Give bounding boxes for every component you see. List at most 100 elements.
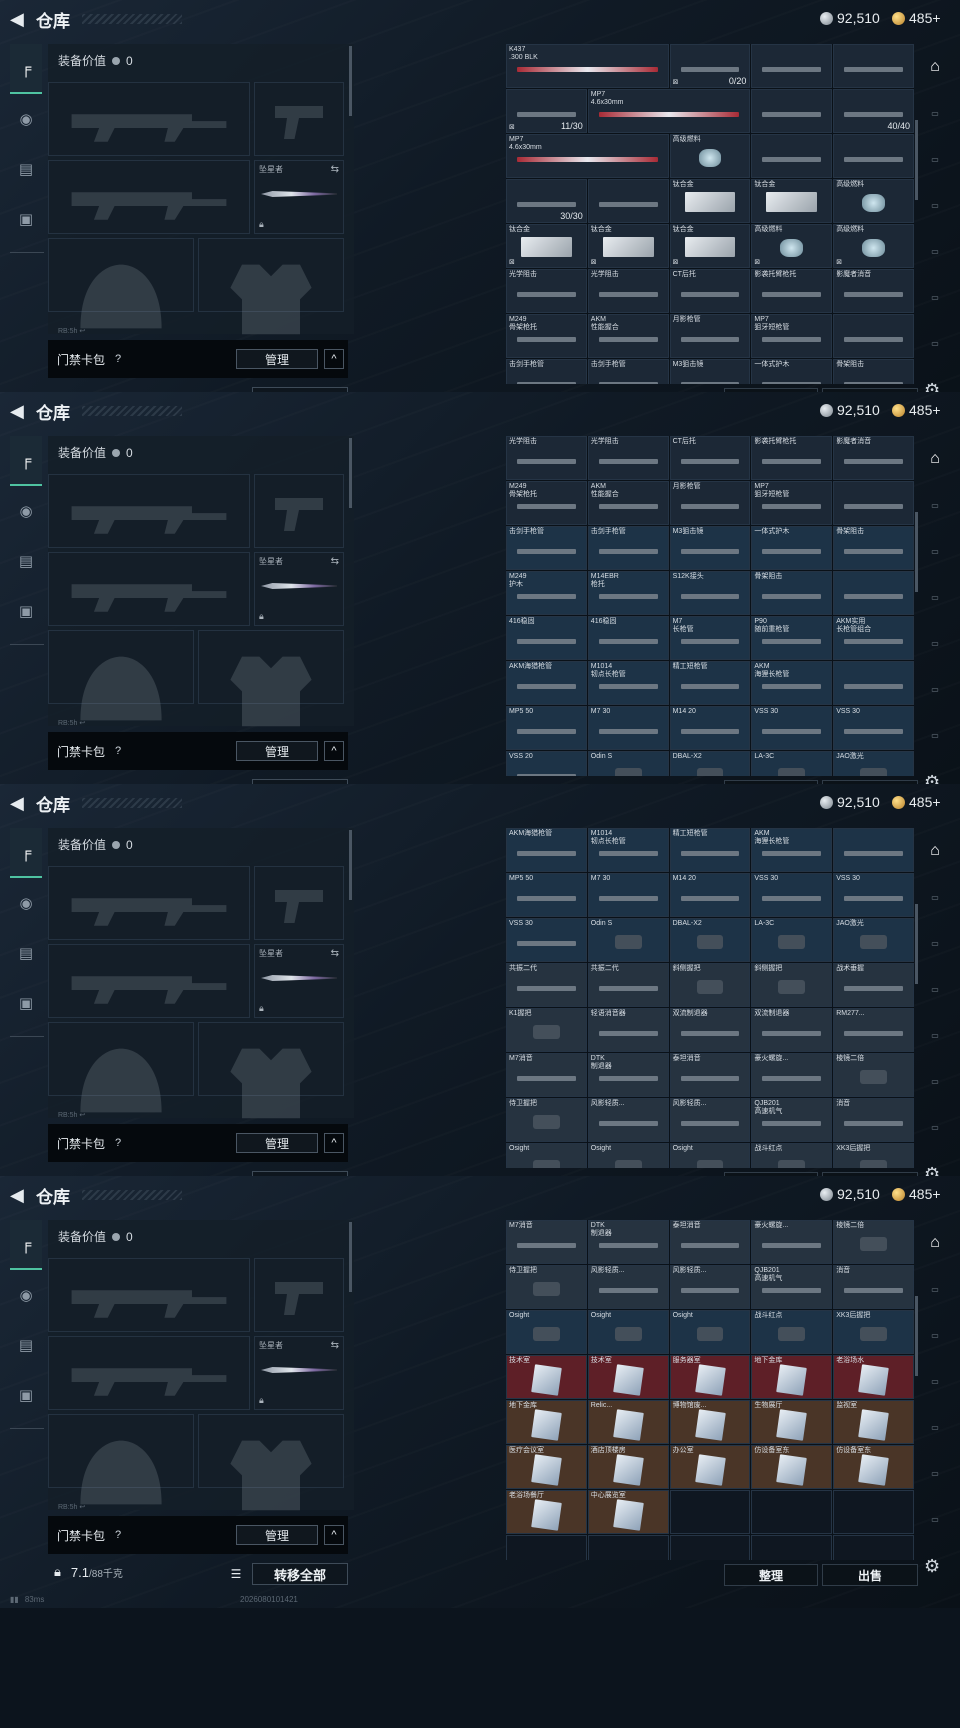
tab-warehouse-5[interactable]: ▭: [918, 228, 952, 274]
inventory-item[interactable]: M249 护木: [506, 571, 587, 615]
gold-currency[interactable]: 485+: [892, 1186, 941, 1202]
tab-warehouse-main[interactable]: ⌂: [918, 828, 952, 874]
melee-slot[interactable]: 坠星者 ⇆ 🔒︎: [254, 552, 344, 626]
tab-warehouse-main[interactable]: ⌂: [918, 44, 952, 90]
tab-warehouse-2[interactable]: ▭: [918, 874, 952, 920]
inventory-item[interactable]: 风影轻质...: [669, 1265, 751, 1309]
melee-slot[interactable]: 坠星者 ⇆ 🔒︎: [254, 160, 344, 234]
inventory-item[interactable]: P90 随前重枪管: [751, 616, 833, 660]
swap-icon[interactable]: ⇆: [331, 948, 339, 959]
melee-slot[interactable]: 坠星者 ⇆ 🔒︎: [254, 1336, 344, 1410]
primary-weapon-slot[interactable]: [48, 474, 250, 548]
tab-warehouse-3[interactable]: ▭: [918, 920, 952, 966]
inventory-item[interactable]: 战术垂握: [833, 963, 914, 1007]
tab-armor[interactable]: ◉: [10, 1270, 42, 1320]
pistol-slot[interactable]: [254, 82, 344, 156]
inventory-item[interactable]: [751, 134, 833, 178]
inventory-item[interactable]: 消音: [833, 1098, 914, 1142]
inventory-item[interactable]: 斜侧握把: [751, 963, 833, 1007]
inventory-item[interactable]: DTK 制退器: [587, 1220, 669, 1264]
inventory-item[interactable]: 影魔者消音: [833, 269, 914, 313]
inventory-item[interactable]: Osight: [669, 1143, 751, 1168]
inventory-item[interactable]: QJB201 高速机气: [751, 1265, 833, 1309]
swap-icon[interactable]: ⇆: [331, 556, 339, 567]
help-icon[interactable]: ?: [115, 1137, 121, 1149]
tab-warehouse-4[interactable]: ▭: [918, 966, 952, 1012]
inventory-item[interactable]: Odin S: [587, 918, 669, 962]
primary-weapon-slot[interactable]: [48, 82, 250, 156]
inventory-item[interactable]: XK3后握把: [833, 1310, 914, 1354]
tab-warehouse-2[interactable]: ▭: [918, 482, 952, 528]
tab-bags[interactable]: ▣: [10, 586, 42, 636]
inventory-item[interactable]: 骨架阻击: [833, 526, 914, 570]
inventory-item[interactable]: VSS 20: [506, 751, 587, 776]
inventory-item[interactable]: 高级燃料 ⊠: [751, 224, 833, 268]
pistol-slot[interactable]: [254, 866, 344, 940]
inventory-item[interactable]: 豪火螺旋...: [751, 1220, 833, 1264]
inventory-item[interactable]: [833, 661, 914, 705]
armor-slot[interactable]: [198, 1022, 344, 1119]
transfer-all-button[interactable]: 转移全部: [252, 1563, 348, 1585]
inventory-item[interactable]: 击剑手枪管: [587, 359, 669, 384]
inventory-item[interactable]: 办公室: [669, 1445, 751, 1489]
inventory-item[interactable]: 棱镜二倍: [833, 1220, 914, 1264]
tab-warehouse-2[interactable]: ▭: [918, 1266, 952, 1312]
equipment-scrollbar[interactable]: [349, 46, 352, 116]
inventory-item[interactable]: M249 骨架枪托: [506, 314, 587, 358]
inventory-item[interactable]: 光学阻击: [587, 436, 669, 480]
inventory-item[interactable]: LA-3C: [751, 918, 833, 962]
help-icon[interactable]: ?: [115, 745, 121, 757]
inventory-item[interactable]: JAO激光: [833, 751, 914, 776]
inventory-item[interactable]: 侍卫握把: [506, 1098, 587, 1142]
inventory-item[interactable]: 钛合金 ⊠: [587, 224, 669, 268]
melee-slot[interactable]: 坠星者 ⇆ 🔒︎: [254, 944, 344, 1018]
gold-currency[interactable]: 485+: [892, 794, 941, 810]
inventory-item[interactable]: M14 20: [669, 873, 751, 917]
tab-warehouse-5[interactable]: ▭: [918, 1012, 952, 1058]
tab-weapons[interactable]: ╒: [10, 828, 42, 878]
inventory-item[interactable]: LA-3C: [751, 751, 833, 776]
inventory-item[interactable]: 击剑手枪管: [506, 359, 587, 384]
inventory-item[interactable]: 医疗会议室: [506, 1445, 587, 1489]
tab-weapons[interactable]: ╒: [10, 1220, 42, 1270]
inventory-item[interactable]: 监视室: [833, 1400, 914, 1444]
inventory-item[interactable]: 仿设备室东: [751, 1445, 833, 1489]
tab-weapons[interactable]: ╒: [10, 436, 42, 486]
inventory-item[interactable]: ⊠ 0/20: [669, 44, 751, 88]
tab-warehouse-4[interactable]: ▭: [918, 574, 952, 620]
inventory-item[interactable]: AKM实用 长枪管组合: [833, 616, 914, 660]
helmet-slot[interactable]: [48, 630, 194, 721]
pistol-slot[interactable]: [254, 1258, 344, 1332]
inventory-item[interactable]: AKM海猎枪管: [506, 828, 587, 872]
tab-warehouse-4[interactable]: ▭: [918, 1358, 952, 1404]
inventory-item[interactable]: 精工短枪管: [669, 828, 751, 872]
inventory-item[interactable]: 光学阻击: [506, 269, 587, 313]
inventory-item[interactable]: CT后托: [669, 436, 751, 480]
tab-supplies[interactable]: ▤: [10, 144, 42, 194]
inventory-item[interactable]: MP7 狙牙短枪管: [751, 481, 833, 525]
inventory-item[interactable]: 钛合金 ⊠: [669, 224, 751, 268]
inventory-item[interactable]: 风影轻质...: [587, 1265, 669, 1309]
inventory-item[interactable]: VSS 30: [506, 918, 587, 962]
inventory-item[interactable]: 棱镜二倍: [833, 1053, 914, 1097]
back-arrow-icon[interactable]: ◀: [10, 10, 28, 28]
inventory-item[interactable]: [587, 179, 669, 223]
primary-weapon-slot[interactable]: [48, 1258, 250, 1332]
inventory-item[interactable]: AKM 性能握合: [587, 481, 669, 525]
back-arrow-icon[interactable]: ◀: [10, 402, 28, 420]
inventory-item[interactable]: 416稳固: [587, 616, 669, 660]
inventory-item[interactable]: 地下金库: [751, 1355, 833, 1399]
secondary-weapon-slot[interactable]: [48, 160, 250, 234]
inventory-item[interactable]: Osight: [669, 1310, 751, 1354]
list-view-icon[interactable]: ☰: [226, 1564, 246, 1584]
inventory-item[interactable]: Relic...: [587, 1400, 669, 1444]
settings-gear-icon[interactable]: ⚙: [924, 1556, 940, 1577]
tab-bags[interactable]: ▣: [10, 1370, 42, 1420]
help-icon[interactable]: ?: [115, 1529, 121, 1541]
sort-button[interactable]: 整理: [724, 1564, 818, 1586]
inventory-item[interactable]: MP7 狙牙短枪管: [751, 314, 833, 358]
tab-supplies[interactable]: ▤: [10, 928, 42, 978]
inventory-item[interactable]: 泰坦消音: [669, 1053, 751, 1097]
tab-armor[interactable]: ◉: [10, 878, 42, 928]
inventory-item[interactable]: 生物展厅: [751, 1400, 833, 1444]
